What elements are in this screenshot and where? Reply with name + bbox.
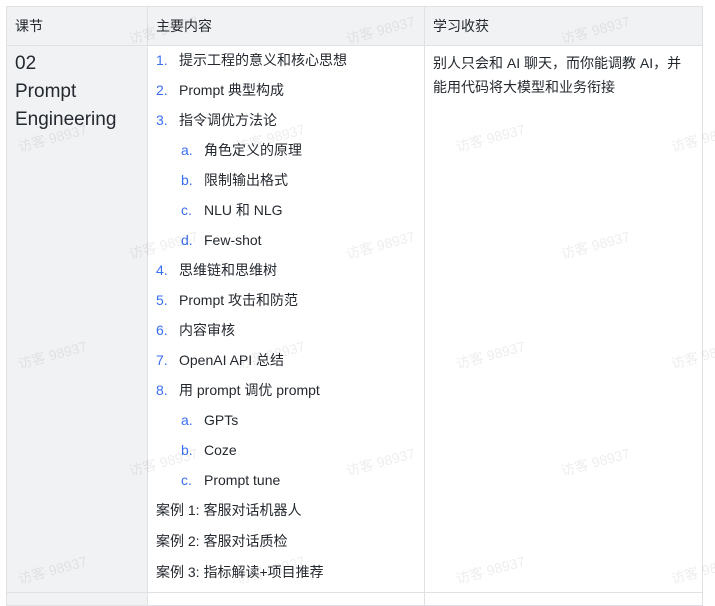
list-text: 限制输出格式 [204, 172, 288, 188]
list-marker: 5. [156, 292, 168, 308]
list-text: 指令调优方法论 [179, 112, 277, 128]
list-text: GPTs [204, 412, 239, 428]
table-row: 02 Prompt Engineering 1. 提示工程的意义和核心思想 2. Pr… [6, 45, 703, 593]
list-marker: 4. [156, 262, 168, 278]
header-content: 主要内容 [147, 6, 425, 46]
list-text: OpenAI API 总结 [179, 352, 285, 368]
table-row-next [6, 592, 703, 606]
header-lesson: 课节 [6, 6, 148, 46]
header-gain: 学习收获 [424, 6, 703, 46]
case-item: 案例 1: 客服对话机器人 [156, 502, 302, 518]
list-text: Coze [204, 442, 237, 458]
gain-cell: 别人只会和 AI 聊天，而你能调教 AI，并能用代码将大模型和业务衔接 [424, 45, 703, 593]
list-marker: 3. [156, 112, 168, 128]
list-marker: 8. [156, 382, 168, 398]
next-content-cell [147, 592, 425, 606]
next-lesson-cell [6, 592, 148, 606]
list-item: b. Coze [156, 439, 416, 469]
list-text: NLU 和 NLG [204, 202, 283, 218]
content-cell: 1. 提示工程的意义和核心思想 2. Prompt 典型构成 3. 指令调优方法论 a. 角色… [147, 45, 425, 593]
list-text: Prompt 典型构成 [179, 82, 285, 98]
list-item: a. 角色定义的原理 [156, 139, 416, 169]
case-item: 案例 3: 指标解读+项目推荐 [156, 564, 324, 580]
lesson-title-line2: Engineering [15, 109, 117, 130]
list-marker: 6. [156, 322, 168, 338]
list-item: 2. Prompt 典型构成 [156, 79, 416, 109]
list-item: c. Prompt tune [156, 469, 416, 499]
list-item: 4. 思维链和思维树 [156, 259, 416, 289]
list-item: b. 限制输出格式 [156, 169, 416, 199]
list-marker: 1. [156, 52, 168, 68]
list-marker: 7. [156, 352, 168, 368]
course-table: 课节 主要内容 学习收获 02 Prompt Engineering 1. 提示工… [6, 6, 703, 606]
list-marker: c. [181, 472, 192, 488]
list-text: 思维链和思维树 [179, 262, 277, 278]
list-marker: b. [181, 172, 193, 188]
list-item: 1. 提示工程的意义和核心思想 [156, 49, 416, 79]
list-marker: d. [181, 232, 193, 248]
list-text: Few-shot [204, 232, 262, 248]
list-marker: c. [181, 202, 192, 218]
list-item: c. NLU 和 NLG [156, 199, 416, 229]
list-item: d. Few-shot [156, 229, 416, 259]
list-text: 内容审核 [179, 322, 235, 338]
list-marker: a. [181, 142, 193, 158]
list-text: 角色定义的原理 [204, 142, 302, 158]
list-marker: b. [181, 442, 193, 458]
list-item: 7. OpenAI API 总结 [156, 349, 416, 379]
lesson-cell: 02 Prompt Engineering [6, 45, 148, 593]
list-item: 5. Prompt 攻击和防范 [156, 289, 416, 319]
case-list: 案例 1: 客服对话机器人 案例 2: 客服对话质检案例 3: 指标解读+项目推荐 [156, 499, 416, 592]
list-text: Prompt tune [204, 472, 281, 488]
list-item: 3. 指令调优方法论 [156, 109, 416, 139]
lesson-title-line1: Prompt [15, 81, 77, 102]
list-marker: a. [181, 412, 193, 428]
list-item: a. GPTs [156, 409, 416, 439]
list-text: 用 prompt 调优 prompt [179, 382, 320, 398]
list-text: 提示工程的意义和核心思想 [179, 52, 347, 68]
header-row: 课节 主要内容 学习收获 [6, 6, 703, 46]
case-item: 案例 2: 客服对话质检 [156, 533, 288, 549]
list-item: 6. 内容审核 [156, 319, 416, 349]
list-item: 8. 用 prompt 调优 prompt [156, 379, 416, 409]
list-marker: 2. [156, 82, 168, 98]
next-gain-cell [424, 592, 703, 606]
list-text: Prompt 攻击和防范 [179, 292, 299, 308]
content-list: 1. 提示工程的意义和核心思想 2. Prompt 典型构成 3. 指令调优方法论 a. 角色… [156, 49, 416, 499]
lesson-number: 02 [15, 53, 37, 74]
